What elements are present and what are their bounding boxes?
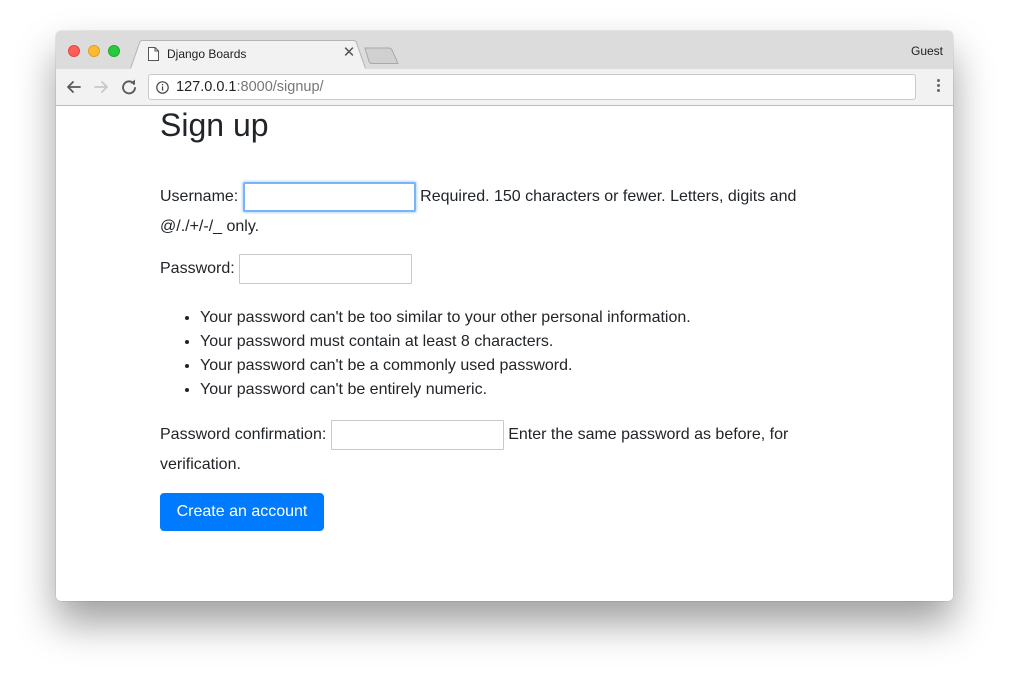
password-confirmation-label: Password confirmation: — [160, 426, 327, 444]
title-bar: Django Boards ✕ Guest — [56, 31, 953, 70]
password-confirmation-helptext-cont: verification. — [160, 453, 241, 477]
password-row: Password: — [160, 254, 413, 284]
password-confirmation-input[interactable] — [330, 420, 504, 450]
url-path: :8000/signup/ — [236, 79, 324, 95]
document-icon — [148, 47, 159, 61]
reload-icon[interactable] — [120, 78, 138, 96]
browser-window: Django Boards ✕ Guest 127.0.0.1:8000/sig… — [56, 31, 953, 601]
close-icon[interactable]: ✕ — [341, 44, 357, 62]
tab-title: Django Boards — [167, 47, 247, 61]
password-confirmation-row: Password confirmation: Enter the same pa… — [160, 420, 788, 450]
create-account-button[interactable]: Create an account — [160, 493, 324, 531]
password-rules-list: Your password can't be too similar to yo… — [160, 306, 691, 402]
password-rule: Your password must contain at least 8 ch… — [200, 330, 691, 354]
close-window-button[interactable] — [68, 45, 80, 57]
minimize-window-button[interactable] — [88, 45, 100, 57]
password-confirmation-helptext: Enter the same password as before, for — [508, 426, 789, 444]
url-text: 127.0.0.1:8000/signup/ — [176, 79, 324, 95]
page-content: Sign up Username: Required. 150 characte… — [56, 106, 953, 601]
profile-label[interactable]: Guest — [911, 44, 943, 58]
password-rule: Your password can't be too similar to yo… — [200, 306, 691, 330]
info-icon[interactable] — [156, 81, 169, 94]
vertical-dots-icon[interactable] — [935, 79, 941, 95]
username-helptext-cont: @/./+/-/_ only. — [160, 215, 259, 239]
address-bar[interactable]: 127.0.0.1:8000/signup/ — [148, 74, 916, 100]
arrow-right-icon[interactable] — [92, 78, 110, 96]
page-title: Sign up — [160, 107, 269, 143]
new-tab-button[interactable] — [364, 47, 400, 65]
tab-django-boards[interactable]: Django Boards ✕ — [130, 40, 366, 70]
maximize-window-button[interactable] — [108, 45, 120, 57]
password-confirmation-helptext-line2: verification. — [160, 456, 241, 473]
browser-toolbar: 127.0.0.1:8000/signup/ — [56, 69, 953, 106]
arrow-left-icon[interactable] — [65, 78, 83, 96]
password-input[interactable] — [239, 254, 413, 284]
tab-shape — [130, 40, 366, 70]
username-row: Username: Required. 150 characters or fe… — [160, 182, 796, 212]
password-rule: Your password can't be entirely numeric. — [200, 378, 691, 402]
password-rule: Your password can't be a commonly used p… — [200, 354, 691, 378]
username-input[interactable] — [242, 182, 416, 212]
username-helptext: Required. 150 characters or fewer. Lette… — [420, 188, 797, 206]
url-host: 127.0.0.1 — [176, 79, 237, 95]
password-label: Password: — [160, 260, 235, 278]
username-helptext-line2: @/./+/-/_ only. — [160, 218, 260, 235]
username-label: Username: — [160, 188, 239, 206]
